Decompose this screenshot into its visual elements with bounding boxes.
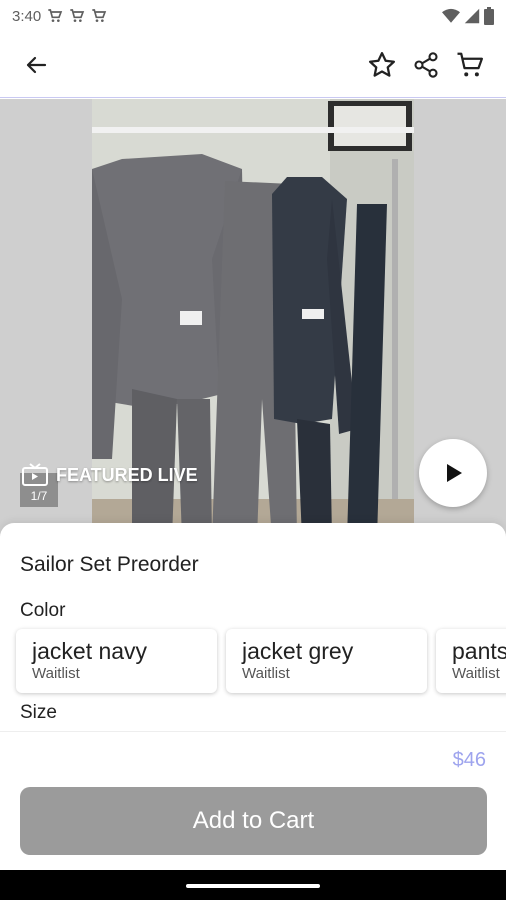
- share-icon: [414, 51, 438, 78]
- cart-icon: [70, 9, 85, 22]
- cart-button[interactable]: [448, 43, 492, 87]
- tv-icon: [22, 463, 48, 486]
- app-bar: [0, 32, 506, 98]
- add-to-cart-button[interactable]: Add to Cart: [20, 787, 487, 855]
- cart-icon: [457, 52, 483, 76]
- variant-option[interactable]: pants Waitlist: [436, 629, 506, 693]
- status-time: 3:40: [12, 7, 42, 25]
- cart-icon: [48, 9, 63, 22]
- variant-option[interactable]: jacket navy Waitlist: [16, 629, 217, 693]
- variant-status: Waitlist: [32, 665, 80, 682]
- product-sheet: Sailor Set Preorder Color jacket navy Wa…: [0, 523, 506, 870]
- notification-icons: [47, 8, 107, 24]
- divider: [0, 731, 506, 732]
- play-button[interactable]: [419, 439, 487, 507]
- variant-name: pants: [452, 638, 506, 664]
- favorite-button[interactable]: [360, 43, 404, 87]
- home-handle[interactable]: [186, 884, 320, 888]
- variant-status: Waitlist: [242, 665, 290, 682]
- product-media[interactable]: 1/7 FEATURED LIVE: [0, 99, 506, 539]
- variant-option[interactable]: jacket grey Waitlist: [226, 629, 427, 693]
- variant-status: Waitlist: [452, 665, 500, 682]
- size-label: Size: [20, 702, 57, 723]
- color-variant-list[interactable]: jacket navy Waitlist jacket grey Waitlis…: [16, 629, 506, 693]
- signal-icon: [464, 8, 480, 24]
- play-icon: [447, 464, 462, 482]
- variant-name: jacket navy: [32, 638, 148, 664]
- status-bar: 3:40: [0, 0, 506, 32]
- battery-icon: [484, 7, 494, 25]
- back-arrow-icon: [26, 56, 47, 73]
- product-title: Sailor Set Preorder: [20, 553, 199, 576]
- system-nav-bar: [0, 870, 506, 900]
- star-icon: [369, 51, 395, 77]
- wifi-icon: [442, 8, 460, 23]
- featured-live-label: FEATURED LIVE: [56, 464, 198, 485]
- share-button[interactable]: [404, 43, 448, 87]
- variant-name: jacket grey: [242, 638, 354, 664]
- screen: 3:40 1/7 FEATURED LIVE Sailor Set Preord…: [0, 0, 506, 900]
- price-label: $46: [452, 749, 486, 771]
- cart-icon: [92, 9, 107, 22]
- system-icons: [442, 7, 494, 25]
- back-button[interactable]: [14, 43, 58, 87]
- color-label: Color: [20, 600, 66, 621]
- featured-live-badge: FEATURED LIVE: [22, 463, 198, 487]
